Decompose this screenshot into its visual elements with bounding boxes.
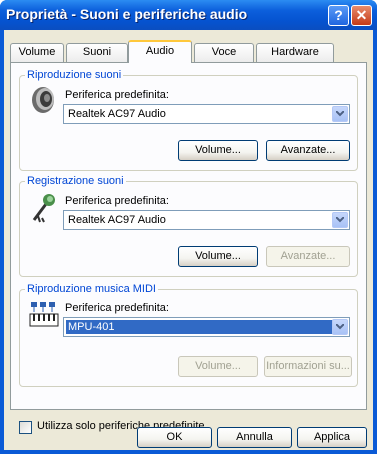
midi-field-label: Periferica predefinita: bbox=[65, 302, 169, 314]
help-button[interactable]: ? bbox=[328, 5, 349, 26]
playback-device-select[interactable]: Realtek AC97 Audio bbox=[63, 104, 350, 124]
midi-device-value: MPU-401 bbox=[66, 320, 336, 334]
window-title: Proprietà - Suoni e periferiche audio bbox=[6, 6, 248, 22]
group-recording-label: Registrazione suoni bbox=[25, 175, 126, 187]
midi-volume-button: Volume... bbox=[178, 356, 258, 377]
group-playback: Riproduzione suoni Periferica predefinit… bbox=[19, 69, 358, 171]
playback-advanced-button[interactable]: Avanzate... bbox=[266, 140, 350, 161]
ok-button[interactable]: OK bbox=[137, 427, 212, 448]
playback-volume-button[interactable]: Volume... bbox=[178, 140, 258, 161]
tab-panel-audio: Riproduzione suoni Periferica predefinit… bbox=[10, 62, 367, 434]
recording-field-label: Periferica predefinita: bbox=[65, 195, 169, 207]
group-recording: Registrazione suoni Periferica predefini… bbox=[19, 175, 358, 277]
tab-suoni[interactable]: Suoni bbox=[66, 43, 128, 62]
midi-info-button: Informazioni su... bbox=[264, 356, 352, 377]
recording-device-select[interactable]: Realtek AC97 Audio bbox=[63, 210, 350, 230]
midi-device-select[interactable]: MPU-401 bbox=[63, 317, 350, 337]
group-midi-label: Riproduzione musica MIDI bbox=[25, 283, 158, 295]
group-playback-label: Riproduzione suoni bbox=[25, 69, 124, 81]
apply-button[interactable]: Applica bbox=[297, 427, 367, 448]
default-devices-checkbox[interactable] bbox=[19, 421, 32, 434]
midi-keyboard-icon bbox=[29, 302, 59, 327]
playback-field-label: Periferica predefinita: bbox=[65, 89, 169, 101]
dialog-window: Proprietà - Suoni e periferiche audio ? … bbox=[0, 0, 377, 454]
dialog-client: Volume Suoni Audio Voce Hardware Riprodu… bbox=[4, 30, 373, 450]
tab-hardware[interactable]: Hardware bbox=[256, 43, 334, 62]
cancel-button[interactable]: Annulla bbox=[217, 427, 292, 448]
microphone-icon bbox=[32, 194, 55, 223]
speaker-icon bbox=[32, 87, 54, 113]
title-bar[interactable]: Proprietà - Suoni e periferiche audio ? … bbox=[0, 0, 377, 30]
close-button[interactable]: ✕ bbox=[351, 5, 372, 26]
recording-volume-button[interactable]: Volume... bbox=[178, 246, 258, 267]
chevron-down-icon[interactable] bbox=[332, 106, 348, 122]
group-midi: Riproduzione musica MIDI Periferica pred… bbox=[19, 283, 358, 387]
tab-audio[interactable]: Audio bbox=[128, 40, 192, 63]
tab-volume[interactable]: Volume bbox=[10, 43, 64, 62]
chevron-down-icon[interactable] bbox=[332, 319, 348, 335]
playback-device-value: Realtek AC97 Audio bbox=[68, 108, 166, 120]
recording-advanced-button: Avanzate... bbox=[266, 246, 350, 267]
chevron-down-icon[interactable] bbox=[332, 212, 348, 228]
recording-device-value: Realtek AC97 Audio bbox=[68, 214, 166, 226]
tab-voce[interactable]: Voce bbox=[194, 43, 254, 62]
